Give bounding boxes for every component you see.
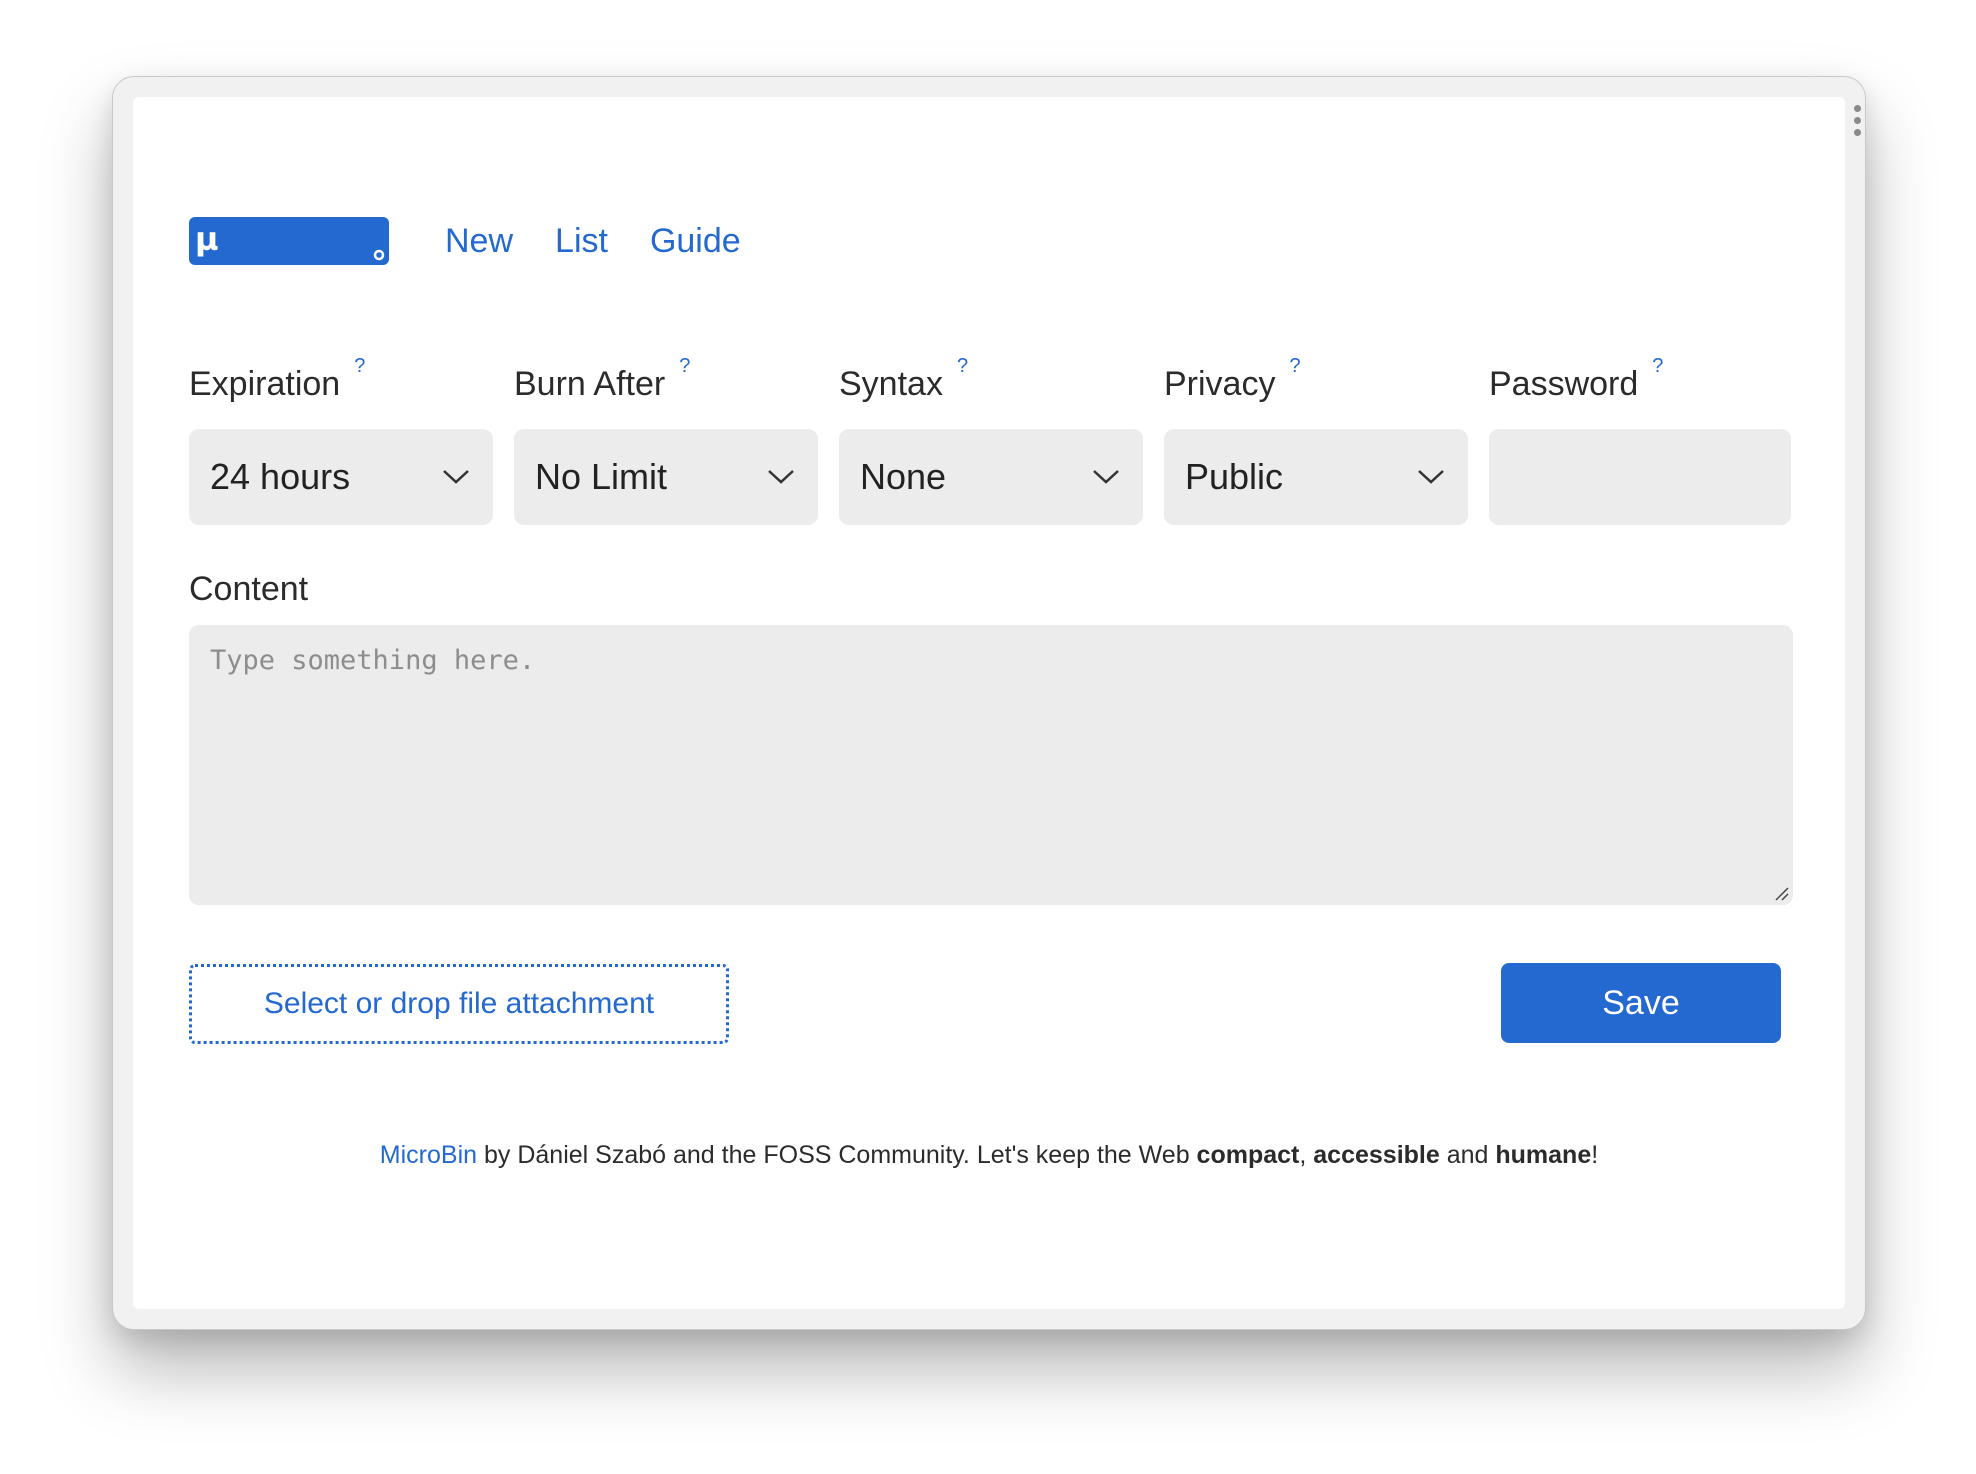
footer-bold-humane: humane	[1495, 1141, 1592, 1169]
file-attachment-dropzone[interactable]: Select or drop file attachment	[189, 964, 729, 1044]
privacy-label: Privacy?	[1164, 355, 1468, 409]
window-menu-icon[interactable]	[1853, 105, 1861, 136]
microbin-logo-icon[interactable]: µ	[189, 217, 389, 265]
chevron-down-icon	[1093, 470, 1119, 484]
help-icon[interactable]: ?	[354, 351, 365, 381]
footer-bold-accessible: accessible	[1313, 1141, 1440, 1169]
help-icon[interactable]: ?	[1289, 351, 1300, 381]
privacy-select[interactable]: Public	[1164, 429, 1468, 525]
help-icon[interactable]: ?	[679, 351, 690, 381]
help-icon[interactable]: ?	[957, 351, 968, 381]
privacy-field: Privacy? Public	[1164, 355, 1468, 525]
burn-after-select[interactable]: No Limit	[514, 429, 818, 525]
chevron-down-icon	[768, 470, 794, 484]
nav-link-list[interactable]: List	[555, 219, 608, 263]
chevron-down-icon	[443, 470, 469, 484]
save-button[interactable]: Save	[1501, 963, 1781, 1043]
browser-window: µ New List Guide Expiration? 24 hours Bu…	[112, 76, 1866, 1330]
logo-glyph: µ	[195, 220, 219, 258]
nav-link-new[interactable]: New	[445, 219, 513, 263]
expiration-label: Expiration?	[189, 355, 493, 409]
burn-after-label: Burn After?	[514, 355, 818, 409]
microbin-link[interactable]: MicroBin	[380, 1141, 477, 1169]
save-button-label: Save	[1602, 983, 1680, 1022]
content-label: Content	[189, 570, 309, 608]
footer-sep: and	[1439, 1141, 1496, 1169]
burn-after-value: No Limit	[535, 456, 668, 497]
expiration-value: 24 hours	[210, 456, 351, 497]
password-label: Password?	[1489, 355, 1791, 409]
syntax-select[interactable]: None	[839, 429, 1143, 525]
expiration-field: Expiration? 24 hours	[189, 355, 493, 525]
syntax-label: Syntax?	[839, 355, 1143, 409]
chevron-down-icon	[1418, 470, 1444, 484]
expiration-select[interactable]: 24 hours	[189, 429, 493, 525]
footer-bold-compact: compact	[1196, 1141, 1300, 1169]
main-nav: New List Guide	[445, 219, 741, 263]
help-icon[interactable]: ?	[1652, 351, 1663, 381]
page-content: µ New List Guide Expiration? 24 hours Bu…	[133, 97, 1845, 1309]
privacy-value: Public	[1185, 456, 1284, 497]
password-input[interactable]	[1489, 429, 1791, 525]
footer-end: !	[1591, 1141, 1599, 1169]
footer-sep: ,	[1299, 1141, 1314, 1169]
footer-text: by Dániel Szabó and the FOSS Community. …	[477, 1141, 1197, 1169]
syntax-field: Syntax? None	[839, 355, 1143, 525]
burn-after-field: Burn After? No Limit	[514, 355, 818, 525]
file-attachment-label: Select or drop file attachment	[263, 987, 655, 1020]
content-textarea[interactable]: Type something here.	[189, 625, 1793, 905]
password-field: Password?	[1489, 355, 1791, 525]
nav-link-guide[interactable]: Guide	[650, 219, 741, 263]
resize-handle-icon[interactable]	[1774, 886, 1790, 902]
content-placeholder: Type something here.	[210, 645, 536, 676]
syntax-value: None	[860, 456, 947, 497]
footer: MicroBin by Dániel Szabó and the FOSS Co…	[133, 1137, 1845, 1173]
